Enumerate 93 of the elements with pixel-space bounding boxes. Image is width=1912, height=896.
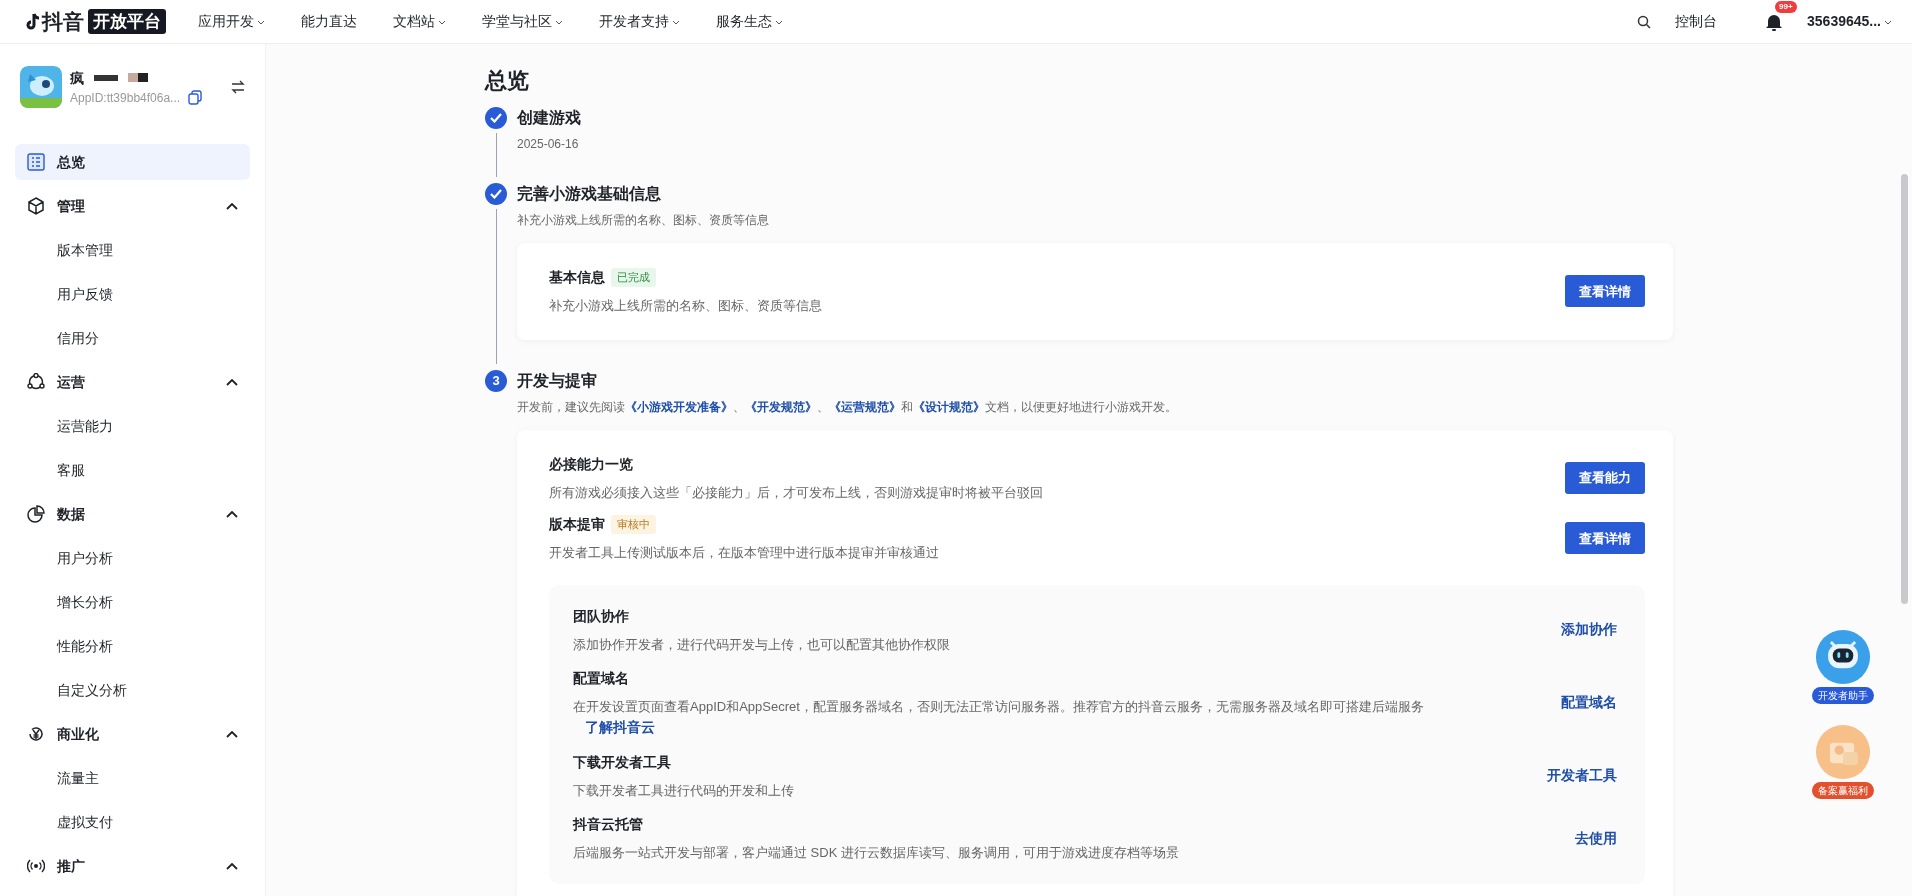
nav-link[interactable]: 应用开发 bbox=[198, 11, 265, 32]
notification-badge: 99+ bbox=[1775, 1, 1797, 13]
doc-link[interactable]: 《设计规范》 bbox=[913, 399, 985, 414]
chevron-icon bbox=[226, 510, 238, 518]
robot-icon[interactable] bbox=[1815, 629, 1871, 685]
action-button[interactable]: 查看能力 bbox=[1565, 461, 1645, 494]
doc-link[interactable]: 《小游戏开发准备》 bbox=[625, 399, 733, 414]
nav-link[interactable]: 服务生态 bbox=[716, 11, 783, 32]
subtask-description: 添加协作开发者，进行代码开发与上传，也可以配置其他协作权限 bbox=[573, 635, 950, 654]
sidebar-item[interactable]: 版本管理 bbox=[15, 232, 250, 268]
step-title: 创建游戏 bbox=[517, 108, 582, 128]
chevron-icon bbox=[226, 378, 238, 386]
sidebar-item[interactable]: 虚拟支付 bbox=[15, 804, 250, 840]
task-title: 基本信息 bbox=[549, 268, 605, 287]
action-button[interactable]: 查看详情 bbox=[1565, 275, 1645, 308]
pie-chart-icon bbox=[27, 505, 45, 523]
step-description: 开发前，建议先阅读《小游戏开发准备》、《开发规范》、《运营规范》和《设计规范》文档，以便更好地进行小游戏开发。 bbox=[517, 398, 1178, 416]
task-description: 补充小游戏上线所需的名称、图标、资质等信息 bbox=[549, 297, 822, 315]
nav-link[interactable]: 学堂与社区 bbox=[482, 11, 563, 32]
action-link[interactable]: 添加协作 bbox=[1561, 619, 1617, 641]
app-id: AppID:tt39bb4f06a... bbox=[70, 89, 181, 107]
subtask-description: 后端服务一站式开发与部署，客户端通过 SDK 进行云数据库读写、服务调用，可用于游戏进度存档等场景 bbox=[573, 844, 1179, 862]
logo-text: 抖音 bbox=[42, 8, 84, 35]
sidebar-item[interactable]: 信用分 bbox=[15, 320, 250, 356]
task-title: 版本提审 bbox=[549, 515, 605, 534]
caret-icon bbox=[1884, 18, 1892, 26]
nav-link[interactable]: 开发者支持 bbox=[599, 11, 680, 32]
subtask-description: 在开发设置页面查看AppID和AppSecret，配置服务器域名，否则无法正常访问服务器。推荐官方的抖音云服务，无需服务器及域名即可搭建后端服务 bbox=[573, 698, 1424, 716]
sidebar-item[interactable]: 自定义分析 bbox=[15, 672, 250, 708]
subtask-title: 配置域名 bbox=[573, 669, 630, 688]
status-tag: 已完成 bbox=[611, 268, 656, 287]
caret-icon bbox=[775, 18, 783, 26]
logo-badge: 开放平台 bbox=[88, 8, 166, 35]
switch-icon[interactable] bbox=[231, 80, 245, 94]
widget-label[interactable]: 备案赢福利 bbox=[1812, 782, 1874, 799]
yen-icon bbox=[27, 725, 45, 743]
subtask-title: 团队协作 bbox=[573, 606, 630, 626]
sidebar-group[interactable]: 数据 bbox=[15, 496, 250, 532]
page-title: 总览 bbox=[485, 67, 530, 95]
console-link[interactable]: 控制台 bbox=[1675, 11, 1718, 32]
step-title: 开发与提审 bbox=[517, 370, 598, 391]
app-avatar bbox=[20, 66, 62, 108]
chevron-icon bbox=[226, 730, 238, 738]
caret-icon bbox=[438, 18, 446, 26]
task-description: 所有游戏必须接入这些「必接能力」后，才可发布上线，否则游戏提审时将被平台驳回 bbox=[549, 483, 1043, 502]
dashboard-icon bbox=[27, 153, 45, 171]
sidebar-group[interactable]: 商业化 bbox=[15, 716, 250, 752]
scrollbar[interactable] bbox=[1901, 174, 1908, 604]
logo-icon bbox=[24, 11, 42, 32]
chevron-icon bbox=[226, 202, 238, 210]
copy-icon[interactable] bbox=[188, 90, 203, 105]
sidebar-item[interactable]: 性能分析 bbox=[15, 628, 250, 664]
step-description: 补充小游戏上线所需的名称、图标、资质等信息 bbox=[517, 212, 770, 229]
sidebar-group[interactable]: 推广 bbox=[15, 848, 250, 884]
step-title: 完善小游戏基础信息 bbox=[517, 184, 662, 204]
sidebar-item[interactable]: 增长分析 bbox=[15, 584, 250, 620]
subtask-description: 下载开发者工具进行代码的开发和上传 bbox=[573, 781, 794, 800]
bell-icon bbox=[1765, 13, 1784, 32]
action-link[interactable]: 开发者工具 bbox=[1547, 765, 1617, 787]
user-menu[interactable]: 35639645... bbox=[1807, 11, 1892, 32]
app-name: 疯 bbox=[70, 68, 84, 88]
nav-link[interactable]: 能力直达 bbox=[301, 11, 357, 32]
nodes-icon bbox=[27, 373, 45, 391]
action-button[interactable]: 查看详情 bbox=[1565, 522, 1645, 555]
step-description: 2025-06-16 bbox=[517, 136, 580, 153]
status-tag: 审核中 bbox=[611, 515, 656, 534]
task-title: 必接能力一览 bbox=[549, 454, 633, 474]
widget-label[interactable]: 开发者助手 bbox=[1812, 687, 1874, 704]
caret-icon bbox=[672, 18, 680, 26]
caret-icon bbox=[257, 18, 265, 26]
doc-link[interactable]: 《开发规范》 bbox=[745, 399, 817, 414]
action-link[interactable]: 配置域名 bbox=[1561, 692, 1617, 714]
subtask-title: 抖音云托管 bbox=[573, 815, 644, 834]
broadcast-icon bbox=[27, 857, 45, 875]
task-description: 开发者工具上传测试版本后，在版本管理中进行版本提审并审核通过 bbox=[549, 544, 939, 562]
sidebar-item[interactable]: 客服 bbox=[15, 452, 250, 488]
sidebar-item[interactable]: 用户反馈 bbox=[15, 276, 250, 312]
action-link[interactable]: 去使用 bbox=[1575, 827, 1617, 849]
sidebar-item[interactable]: 总览 bbox=[15, 144, 250, 180]
nav-link[interactable]: 文档站 bbox=[393, 11, 446, 32]
sidebar-group[interactable]: 运营 bbox=[15, 364, 250, 400]
sidebar-group[interactable]: 管理 bbox=[15, 188, 250, 224]
doc-link[interactable]: 《运营规范》 bbox=[829, 399, 901, 414]
subtask-title: 下载开发者工具 bbox=[573, 752, 672, 772]
sidebar-item[interactable]: 流量主 bbox=[15, 760, 250, 796]
search-icon bbox=[1637, 14, 1652, 29]
step-number: 3 bbox=[485, 369, 507, 392]
chevron-icon bbox=[226, 862, 238, 870]
learn-more-link[interactable]: 了解抖音云 bbox=[585, 716, 655, 738]
sidebar-item[interactable]: 用户分析 bbox=[15, 540, 250, 576]
caret-icon bbox=[555, 18, 563, 26]
cube-icon bbox=[27, 197, 45, 215]
sidebar-item[interactable]: 运营能力 bbox=[15, 408, 250, 444]
